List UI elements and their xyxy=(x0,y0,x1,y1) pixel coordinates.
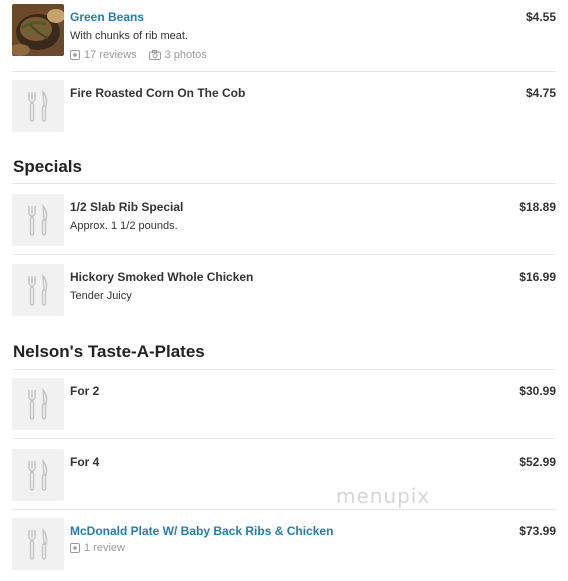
menu-item[interactable]: Hickory Smoked Whole Chicken Tender Juic… xyxy=(12,264,556,316)
item-description: Tender Juicy xyxy=(70,290,132,302)
item-price: $73.99 xyxy=(519,524,556,538)
divider xyxy=(12,509,556,510)
menu-item[interactable]: For 4 $52.99 xyxy=(12,449,556,501)
review-icon xyxy=(70,50,80,60)
fork-knife-icon xyxy=(28,89,48,122)
reviews-count: 1 review xyxy=(84,542,125,554)
item-name: For 4 xyxy=(70,455,100,469)
placeholder-image xyxy=(12,194,64,246)
divider xyxy=(12,183,556,184)
item-price: $18.89 xyxy=(519,200,556,214)
reviews-link[interactable]: 17 reviews xyxy=(70,49,137,61)
divider xyxy=(12,71,556,72)
photos-count: 3 photos xyxy=(164,49,207,61)
item-name: Fire Roasted Corn On The Cob xyxy=(70,86,246,100)
item-price: $30.99 xyxy=(519,384,556,398)
placeholder-image xyxy=(12,518,64,570)
divider xyxy=(12,369,556,370)
item-description: With chunks of rib meat. xyxy=(70,30,188,42)
item-name-link[interactable]: Green Beans xyxy=(70,10,144,24)
placeholder-image xyxy=(12,264,64,316)
item-price: $4.75 xyxy=(525,86,556,100)
item-name: Hickory Smoked Whole Chicken xyxy=(70,270,254,284)
review-icon xyxy=(70,543,80,553)
fork-knife-icon xyxy=(28,273,48,306)
food-photo[interactable] xyxy=(12,4,64,56)
item-price: $16.99 xyxy=(519,270,556,284)
menu-item[interactable]: Green Beans With chunks of rib meat. 17 … xyxy=(12,4,556,62)
fork-knife-icon xyxy=(28,387,48,420)
section-title-specials: Specials xyxy=(13,157,82,176)
item-price: $52.99 xyxy=(519,455,556,469)
fork-knife-icon xyxy=(28,203,48,236)
placeholder-image xyxy=(12,80,64,132)
divider xyxy=(12,438,556,439)
reviews-link[interactable]: 1 review xyxy=(70,542,125,554)
section-title-taste-plates: Nelson's Taste-A-Plates xyxy=(13,342,205,361)
item-name: For 2 xyxy=(70,384,100,398)
camera-icon xyxy=(148,50,161,60)
item-name: 1/2 Slab Rib Special xyxy=(70,200,184,214)
menupix-watermark: menupix xyxy=(336,484,431,508)
item-price: $4.55 xyxy=(525,10,556,24)
placeholder-image xyxy=(12,449,64,501)
fork-knife-icon xyxy=(28,527,48,560)
reviews-count: 17 reviews xyxy=(84,49,137,61)
divider xyxy=(12,254,556,255)
menu-item[interactable]: Fire Roasted Corn On The Cob $4.75 xyxy=(12,80,556,132)
item-name-link[interactable]: McDonald Plate W/ Baby Back Ribs & Chick… xyxy=(70,524,333,538)
item-meta: 17 reviews 3 photos xyxy=(70,49,219,61)
item-meta: 1 review xyxy=(70,542,137,554)
menu-item[interactable]: 1/2 Slab Rib Special Approx. 1 1/2 pound… xyxy=(12,194,556,246)
placeholder-image xyxy=(12,378,64,430)
menu-item[interactable]: For 2 $30.99 xyxy=(12,378,556,430)
menu-item[interactable]: McDonald Plate W/ Baby Back Ribs & Chick… xyxy=(12,518,556,574)
fork-knife-icon xyxy=(28,458,48,491)
item-description: Approx. 1 1/2 pounds. xyxy=(70,220,178,232)
photos-link[interactable]: 3 photos xyxy=(148,49,207,61)
